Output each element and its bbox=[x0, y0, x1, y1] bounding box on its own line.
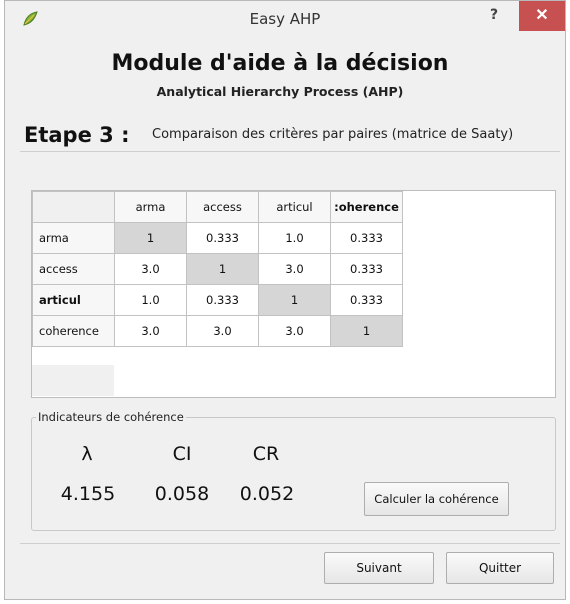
matrix-cell[interactable]: 1 bbox=[330, 315, 403, 347]
matrix-corner-cell[interactable] bbox=[32, 191, 115, 223]
row-header[interactable]: articul bbox=[32, 284, 115, 316]
module-subtitle: Analytical Hierarchy Process (AHP) bbox=[156, 84, 404, 99]
table-row: access 3.0 1 3.0 0.333 bbox=[32, 253, 403, 285]
lambda-value: 4.155 bbox=[60, 483, 116, 505]
window-title: Easy AHP bbox=[249, 10, 321, 28]
matrix-cell[interactable]: 1.0 bbox=[258, 222, 331, 254]
step-label: Etape 3 : bbox=[24, 123, 130, 147]
table-row: coherence 3.0 3.0 3.0 1 bbox=[32, 315, 403, 347]
step-description: Comparaison des critères par paires (mat… bbox=[152, 127, 514, 142]
matrix-cell[interactable]: 1 bbox=[258, 284, 331, 316]
cr-value: 0.052 bbox=[239, 483, 295, 505]
matrix-cell[interactable]: 3.0 bbox=[258, 315, 331, 347]
matrix-cell[interactable]: 3.0 bbox=[258, 253, 331, 285]
matrix-cell[interactable]: 3.0 bbox=[114, 315, 187, 347]
module-title: Module d'aide à la décision bbox=[111, 51, 449, 76]
column-header[interactable]: access bbox=[186, 191, 259, 223]
next-button[interactable]: Suivant bbox=[324, 552, 434, 584]
row-header[interactable]: access bbox=[32, 253, 115, 285]
column-header[interactable]: arma bbox=[114, 191, 187, 223]
column-header[interactable]: :oherence bbox=[330, 191, 403, 223]
table-row: articul 1.0 0.333 1 0.333 bbox=[32, 284, 403, 316]
ci-value: 0.058 bbox=[154, 483, 210, 505]
divider bbox=[20, 543, 560, 544]
cr-label: CR bbox=[252, 443, 280, 465]
matrix-cell[interactable]: 1.0 bbox=[114, 284, 187, 316]
matrix-cell[interactable]: 0.333 bbox=[330, 222, 403, 254]
calculate-coherence-button[interactable]: Calculer la cohérence bbox=[364, 482, 509, 516]
ci-label: CI bbox=[172, 443, 192, 465]
matrix-cell[interactable]: 0.333 bbox=[186, 222, 259, 254]
saaty-matrix-table[interactable]: arma access articul :oherence arma 1 0.3… bbox=[31, 190, 556, 398]
close-button[interactable]: ✕ bbox=[519, 1, 565, 31]
matrix-cell[interactable]: 0.333 bbox=[330, 284, 403, 316]
quit-button[interactable]: Quitter bbox=[446, 552, 554, 584]
matrix-cell[interactable]: 3.0 bbox=[114, 253, 187, 285]
matrix-cell[interactable]: 3.0 bbox=[186, 315, 259, 347]
row-header[interactable]: arma bbox=[32, 222, 115, 254]
lambda-label: λ bbox=[81, 443, 93, 465]
table-row: arma 1 0.333 1.0 0.333 bbox=[32, 222, 403, 254]
matrix-cell[interactable]: 1 bbox=[114, 222, 187, 254]
divider bbox=[20, 151, 560, 152]
matrix-cell[interactable]: 0.333 bbox=[186, 284, 259, 316]
title-bar[interactable]: Easy AHP ? ✕ bbox=[5, 1, 565, 37]
matrix-header-row: arma access articul :oherence bbox=[32, 191, 403, 223]
row-header[interactable]: coherence bbox=[32, 315, 115, 347]
matrix-cell[interactable]: 0.333 bbox=[330, 253, 403, 285]
column-header[interactable]: articul bbox=[258, 191, 331, 223]
matrix-grid: arma access articul :oherence arma 1 0.3… bbox=[32, 191, 403, 347]
matrix-cell[interactable]: 1 bbox=[186, 253, 259, 285]
group-title: Indicateurs de cohérence bbox=[36, 410, 186, 424]
row-header-filler bbox=[32, 365, 114, 396]
help-button[interactable]: ? bbox=[487, 7, 501, 23]
